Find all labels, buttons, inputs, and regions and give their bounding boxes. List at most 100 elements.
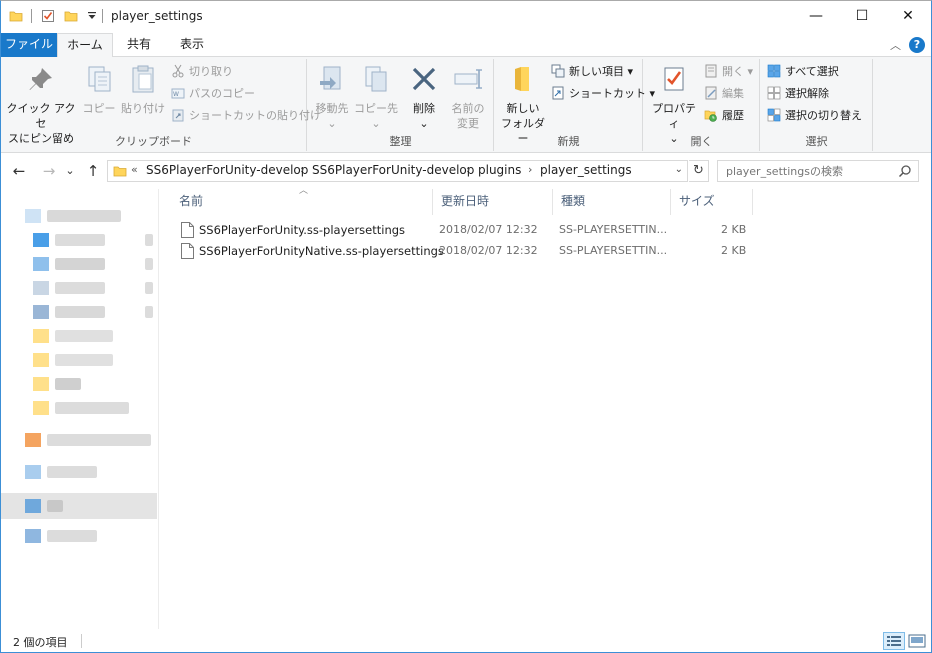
new-item-icon (551, 64, 565, 78)
open-icon (705, 64, 717, 78)
tab-view[interactable]: 表示 (167, 33, 217, 57)
select-group: すべて選択 選択解除 選択の切り替え 選択 (761, 59, 873, 151)
breadcrumb-item[interactable]: SS6PlayerForUnity-develop (312, 163, 474, 177)
rename-label-line1: 名前の (451, 102, 485, 115)
status-bar: 2 個の項目 (1, 630, 931, 652)
forward-button[interactable]: → (39, 161, 59, 181)
nav-item[interactable] (1, 429, 157, 451)
copy-icon (88, 66, 111, 92)
file-name: SS6PlayerForUnityNative.ss-playersetting… (199, 244, 444, 258)
select-all-icon (767, 64, 781, 78)
nav-item[interactable] (1, 397, 157, 419)
ribbon-tabs: ファイル ホーム 共有 表示 ︿ ? (1, 33, 931, 58)
nav-item[interactable] (1, 253, 157, 275)
nav-item-selected[interactable] (1, 493, 157, 519)
nav-item[interactable] (1, 277, 157, 299)
breadcrumb-overflow[interactable]: « (131, 163, 138, 176)
column-header-name[interactable]: 名前 (171, 189, 433, 215)
copy-to-icon (365, 66, 387, 92)
search-icon[interactable] (898, 164, 912, 178)
breadcrumb-item[interactable]: SS6PlayerForUnity-develop (146, 163, 308, 177)
column-header-date[interactable]: 更新日時 (433, 189, 553, 215)
tab-home[interactable]: ホーム (57, 33, 113, 58)
folder-icon (33, 233, 49, 247)
clipboard-group-label: クリップボード (115, 135, 192, 148)
nav-item[interactable] (1, 461, 157, 483)
breadcrumb-separator[interactable]: › (300, 163, 304, 176)
folder-icon (33, 401, 49, 415)
nav-item[interactable] (1, 349, 157, 371)
move-to-button[interactable]: 移動先 ⌄ (312, 63, 352, 131)
paste-shortcut-button[interactable]: ショートカットの貼り付け (171, 107, 321, 125)
quick-access-icon (25, 209, 41, 223)
breadcrumb-separator[interactable]: › (466, 163, 470, 176)
large-icons-view-icon (908, 634, 926, 648)
maximize-button[interactable]: ☐ (839, 1, 885, 31)
move-to-label: 移動先 (315, 102, 349, 115)
address-dropdown-button[interactable]: ⌄ (675, 164, 683, 175)
search-box[interactable] (717, 160, 919, 182)
back-button[interactable]: ← (9, 161, 29, 181)
up-button[interactable]: ↑ (83, 161, 103, 181)
column-header-type[interactable]: 種類 (553, 189, 671, 215)
breadcrumb-separator[interactable]: › (528, 163, 532, 176)
breadcrumb-item[interactable]: player_settings (540, 163, 632, 177)
invert-selection-button[interactable]: 選択の切り替え (767, 107, 862, 125)
paste-button[interactable]: 貼り付け (119, 63, 167, 116)
edit-label: 編集 (722, 87, 744, 100)
pin-label-line1: クイック アクセ (6, 102, 76, 130)
large-icons-view-button[interactable] (906, 632, 928, 650)
delete-button[interactable]: 削除 ⌄ (404, 63, 444, 131)
folder-icon (25, 465, 41, 479)
new-folder-icon (515, 67, 529, 91)
address-bar[interactable]: « SS6PlayerForUnity-develop › SS6PlayerF… (107, 160, 688, 182)
tab-share[interactable]: 共有 (115, 33, 163, 57)
open-button[interactable]: 開く ▾ (704, 63, 753, 81)
nav-item[interactable] (1, 301, 157, 323)
rename-icon (454, 69, 482, 89)
column-header-size[interactable]: サイズ (671, 189, 753, 215)
details-view-icon (887, 636, 901, 646)
file-name: SS6PlayerForUnity.ss-playersettings (199, 223, 406, 237)
nav-item[interactable] (1, 373, 157, 395)
recent-locations-button[interactable]: ⌄ (63, 161, 77, 181)
close-button[interactable]: ✕ (885, 1, 931, 31)
select-group-label: 選択 (805, 135, 828, 148)
file-row[interactable]: SS6PlayerForUnity.ss-playersettings 2018… (175, 220, 755, 241)
search-input[interactable] (718, 161, 894, 181)
properties-quick-icon[interactable] (41, 9, 55, 23)
chevron-up-icon[interactable]: ︿ (890, 37, 901, 53)
copy-path-icon: W (171, 88, 185, 99)
copy-to-label: コピー先 (354, 102, 398, 115)
refresh-button[interactable]: ↻ (689, 160, 709, 182)
breadcrumb-item[interactable]: plugins (478, 163, 521, 177)
copy-path-button[interactable]: W パスのコピー (171, 85, 255, 103)
file-size: 2 KB (721, 244, 747, 257)
edit-button[interactable]: 編集 (704, 85, 744, 103)
new-folder-quick-icon[interactable] (64, 9, 78, 23)
history-button[interactable]: 履歴 (704, 107, 744, 125)
nav-item[interactable] (1, 525, 157, 547)
nav-item[interactable] (1, 205, 157, 227)
details-view-button[interactable] (883, 632, 905, 650)
folder-icon (113, 166, 127, 177)
open-label: 開く ▾ (722, 65, 754, 78)
new-item-button[interactable]: 新しい項目 ▾ (551, 63, 633, 81)
file-row[interactable]: SS6PlayerForUnityNative.ss-playersetting… (175, 241, 755, 262)
easy-access-button[interactable]: ショートカット ▾ (551, 85, 655, 103)
nav-item[interactable] (1, 325, 157, 347)
select-none-button[interactable]: 選択解除 (767, 85, 829, 103)
minimize-button[interactable]: — (793, 1, 839, 31)
folder-icon (33, 305, 49, 319)
tab-file[interactable]: ファイル (1, 33, 57, 57)
copy-button[interactable]: コピー (79, 63, 119, 116)
nav-item[interactable] (1, 229, 157, 251)
cut-button[interactable]: 切り取り (171, 63, 233, 81)
customize-quick-access-icon[interactable] (85, 9, 99, 23)
select-all-button[interactable]: すべて選択 (767, 63, 839, 81)
rename-button[interactable]: 名前の 変更 (446, 63, 490, 131)
new-folder-label-line1: 新しい (506, 102, 540, 115)
help-icon[interactable]: ? (909, 37, 925, 53)
delete-label: 削除 (413, 102, 435, 115)
copy-to-button[interactable]: コピー先 ⌄ (354, 63, 398, 131)
